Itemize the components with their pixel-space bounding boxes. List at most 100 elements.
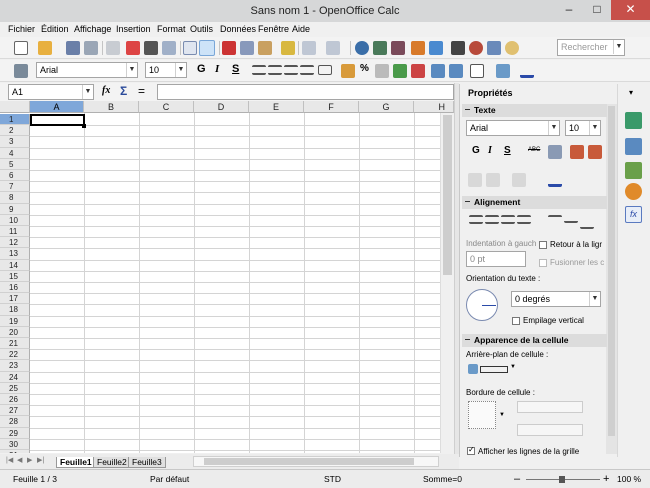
sidebar-menu-icon[interactable]: ▾ [629,88,633,97]
increase-indent-icon[interactable] [449,64,463,78]
new-document-icon[interactable] [14,41,28,55]
zoom-level[interactable]: 100 % [617,470,641,488]
zoom-out-button[interactable]: – [514,470,520,488]
sidebar-bold-button[interactable]: G [472,145,480,156]
row-header[interactable]: 27 [0,405,30,417]
row-header[interactable]: 26 [0,394,30,406]
chevron-down-icon[interactable]: ▼ [613,40,624,54]
sidebar-underline-button[interactable]: S [504,145,511,156]
sidebar-italic-button[interactable]: I [488,145,492,156]
styles-icon[interactable] [14,64,28,78]
navigator-tab-icon[interactable] [625,183,642,200]
sidebar-strikethrough-button[interactable]: ABC [528,147,540,153]
sidebar-align-justify-icon[interactable] [517,215,531,224]
vertical-scroll-thumb[interactable] [443,115,452,275]
row-header[interactable]: 2 [0,125,30,137]
zoom-in-button[interactable]: + [603,470,609,488]
hyperlink-icon[interactable] [355,41,369,55]
row-header[interactable]: 20 [0,326,30,338]
row-header[interactable]: 23 [0,360,30,372]
open-icon[interactable] [38,41,52,55]
close-button[interactable]: ✕ [611,0,650,20]
chevron-down-icon[interactable]: ▼ [499,412,505,418]
row-header[interactable]: 14 [0,259,30,271]
row-header[interactable]: 8 [0,192,30,204]
minimize-button[interactable]: – [555,0,583,20]
tab-feuille2[interactable]: Feuille2 [93,457,131,468]
select-all-corner[interactable] [0,101,30,113]
sidebar-font-size-combo[interactable]: 10 ▼ [565,120,601,136]
vertical-stacking-checkbox[interactable] [512,317,520,325]
row-header[interactable]: 5 [0,158,30,170]
row-header[interactable]: 7 [0,181,30,193]
spellcheck-icon[interactable] [183,41,197,55]
align-right-icon[interactable] [284,65,298,75]
align-left-icon[interactable] [252,65,266,75]
bold-button[interactable]: G [197,63,206,75]
row-header[interactable]: 12 [0,237,30,249]
row-header[interactable]: 13 [0,248,30,260]
find-replace-icon[interactable] [451,41,465,55]
chevron-down-icon[interactable]: ▼ [510,364,516,370]
sum-display[interactable]: Somme=0 [423,470,462,488]
insert-chart-icon[interactable] [411,41,425,55]
chevron-down-icon[interactable]: ▼ [589,292,600,306]
merge-cells-checkbox[interactable] [539,259,547,267]
shadow-icon[interactable] [548,145,562,159]
currency-format-icon[interactable] [341,64,355,78]
paste-icon[interactable] [258,41,272,55]
column-header-g[interactable]: G [359,101,414,113]
column-header-c[interactable]: C [139,101,194,113]
sidebar-scroll-thumb[interactable] [608,106,615,436]
menu-fenetre[interactable]: Fenêtre [258,23,289,35]
first-sheet-icon[interactable]: |◀ [6,456,13,464]
align-bottom-icon[interactable] [580,215,594,229]
sort-ascending-icon[interactable] [373,41,387,55]
add-decimal-icon[interactable] [393,64,407,78]
spreadsheet-grid[interactable]: A B C D E F G H 1 2 3 4 5 6 7 8 9 10 11 12 13 14 15 16 1… [0,101,454,453]
export-pdf-icon[interactable] [126,41,140,55]
row-header[interactable]: 15 [0,270,30,282]
column-header-d[interactable]: D [194,101,249,113]
orientation-dial[interactable] [466,289,498,321]
align-middle-icon[interactable] [564,215,578,223]
selection-mode[interactable]: STD [324,470,341,488]
row-header[interactable]: 16 [0,282,30,294]
page-style[interactable]: Par défaut [150,470,189,488]
sidebar-font-name-combo[interactable]: Arial ▼ [466,120,560,136]
row-header[interactable]: 29 [0,427,30,439]
column-header-e[interactable]: E [249,101,304,113]
email-icon[interactable] [84,41,98,55]
selected-cell-a1[interactable] [30,114,85,126]
print-icon[interactable] [144,41,158,55]
row-header[interactable]: 30 [0,438,30,450]
borders-icon[interactable] [470,64,484,78]
copy-icon[interactable] [240,41,254,55]
row-header[interactable]: 25 [0,382,30,394]
save-icon[interactable] [66,41,80,55]
align-justify-icon[interactable] [300,65,314,75]
underline-button[interactable]: S [232,63,239,75]
gallery-tab-icon[interactable] [625,162,642,179]
undo-icon[interactable] [302,41,316,55]
function-wizard-button[interactable]: fx [102,85,110,96]
align-center-icon[interactable] [268,65,282,75]
row-header[interactable]: 9 [0,203,30,215]
chevron-down-icon[interactable]: ▼ [589,121,600,135]
column-header-h[interactable]: H [414,101,454,113]
menu-edition[interactable]: Édition [41,23,69,35]
formula-input[interactable] [157,84,454,100]
row-header[interactable]: 31 [0,450,30,453]
zoom-slider-thumb[interactable] [559,476,565,483]
column-header-a[interactable]: A [30,101,84,113]
sidebar-align-right-icon[interactable] [501,215,515,224]
menu-aide[interactable]: Aide [292,23,310,35]
decrease-font-icon[interactable] [588,145,602,159]
menu-outils[interactable]: Outils [190,23,213,35]
tab-feuille3[interactable]: Feuille3 [128,457,166,468]
sidebar-align-center-icon[interactable] [485,215,499,224]
row-header[interactable]: 17 [0,293,30,305]
background-color-icon[interactable] [496,64,510,78]
row-header[interactable]: 11 [0,226,30,238]
row-header[interactable]: 18 [0,304,30,316]
